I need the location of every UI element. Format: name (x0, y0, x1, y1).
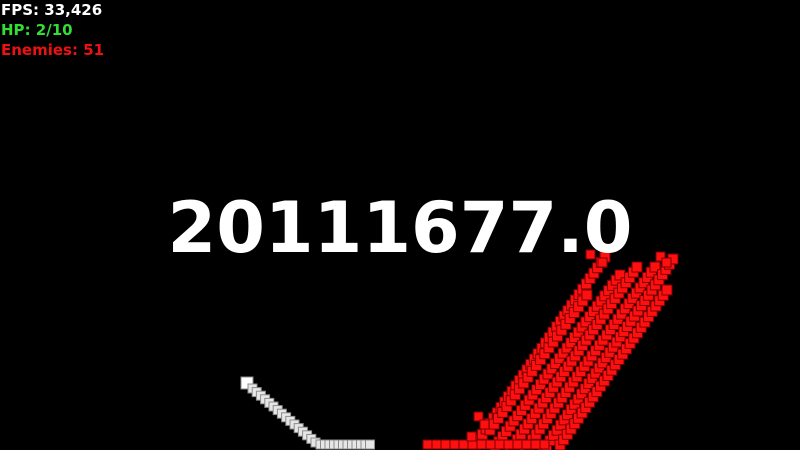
fps-label: FPS (1, 1, 44, 19)
hp-value: 2/10 (35, 21, 73, 39)
hud-panel: FPS33,426 HP2/10 Enemies51 (1, 0, 104, 60)
player-trail-block (365, 439, 375, 450)
enemy-block (440, 439, 451, 450)
enemy-block (479, 419, 490, 430)
enemy-block (539, 439, 550, 450)
enemy-block (449, 439, 460, 450)
enemies-value: 51 (83, 41, 105, 59)
enemy-block (512, 439, 523, 450)
enemy-block (661, 284, 673, 296)
enemy-block (422, 439, 433, 450)
enemy-block (521, 439, 532, 450)
enemy-block (581, 289, 593, 301)
player-trail (240, 376, 375, 450)
enemy-swarm (422, 249, 679, 450)
hp-label: HP (1, 21, 36, 39)
enemy-block (530, 439, 541, 450)
enemy-block (485, 439, 496, 450)
score-display: 20111677.0 (167, 187, 633, 269)
enemy-block (466, 431, 477, 442)
fps-counter: FPS33,426 (1, 0, 104, 20)
enemy-block (503, 439, 514, 450)
enemy-block (494, 439, 505, 450)
enemies-label: Enemies (1, 41, 83, 59)
enemies-counter: Enemies51 (1, 40, 104, 60)
hp-counter: HP2/10 (1, 20, 104, 40)
fps-value: 33,426 (44, 1, 103, 19)
enemy-block (431, 439, 442, 450)
enemy-block (476, 439, 487, 450)
